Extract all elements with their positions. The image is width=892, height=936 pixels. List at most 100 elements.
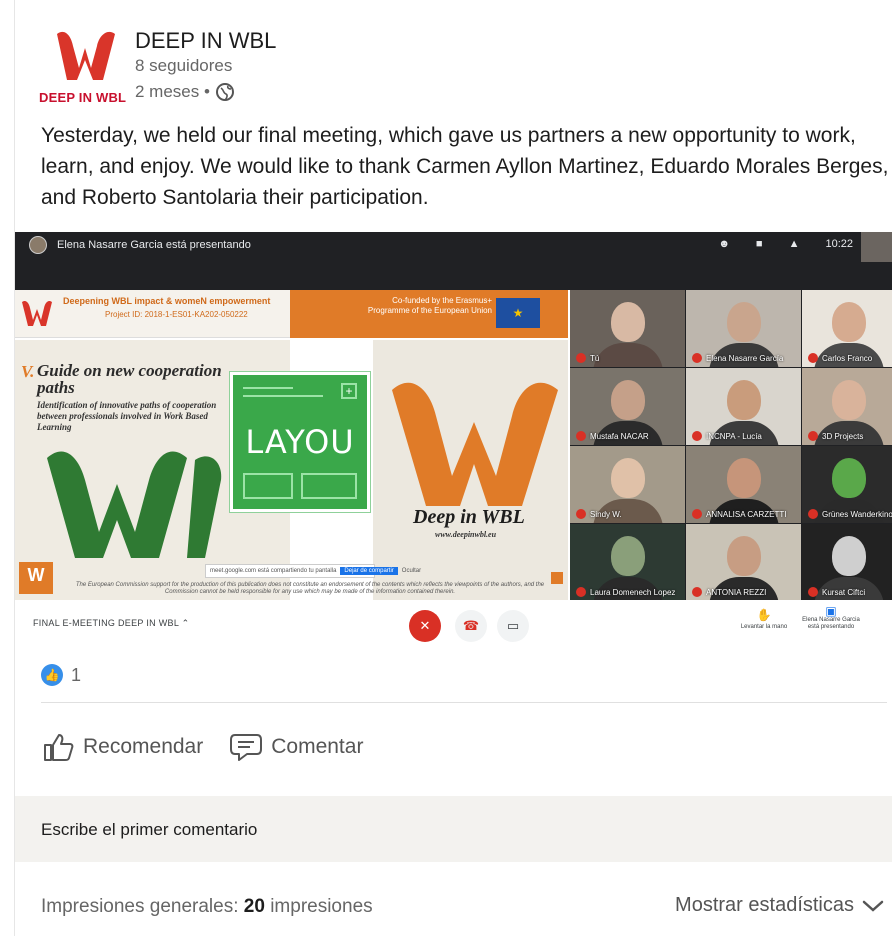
orange-w-graphic <box>392 382 558 506</box>
comment-icon <box>230 734 263 761</box>
mic-muted-icon <box>576 431 586 441</box>
participant-face <box>831 536 866 577</box>
slide-disclaimer: The European Commission support for the … <box>75 582 545 595</box>
participant-tile: ANNALISA CARZETTI <box>686 446 801 523</box>
post-header: DEEP IN WBL DEEP IN WBL 8 seguidores 2 m… <box>15 14 892 114</box>
activities-icon: ▲ <box>788 238 800 250</box>
post-time: 2 meses • <box>135 82 235 102</box>
hand-icon: ✋ <box>756 608 772 622</box>
participant-name: Sindy W. <box>576 509 622 519</box>
participant-tile: Mustafa NACAR <box>570 368 685 445</box>
comment-input[interactable]: Escribe el primer comentario <box>15 796 892 862</box>
participant-face <box>726 302 761 343</box>
present-icon: ▣ <box>825 604 837 618</box>
show-stats-button[interactable]: Mostrar estadísticas <box>675 894 884 917</box>
participant-tile: Carlos Franco <box>802 290 892 367</box>
guide-subtitle: Identification of innovative paths of co… <box>37 400 217 432</box>
deep-in-wbl-url: www.deepinwbl.eu <box>435 530 497 539</box>
participant-name: Kursat Ciftci <box>808 587 865 597</box>
participant-grid: Tú Elena Nasarre García Carlos Franco Musta… <box>570 290 892 601</box>
mic-muted-icon <box>576 353 586 363</box>
green-w-graphic <box>47 451 222 558</box>
participant-name: INCNPA - Lucía <box>692 431 762 441</box>
company-logo[interactable]: DEEP IN WBL <box>39 24 129 114</box>
w-logo-icon <box>22 300 52 326</box>
chat-icon: ■ <box>755 238 763 250</box>
impressions-count: 20 <box>243 896 265 917</box>
participant-face <box>610 302 645 343</box>
company-name-link[interactable]: DEEP IN WBL <box>135 28 276 54</box>
post-card: DEEP IN WBL DEEP IN WBL 8 seguidores 2 m… <box>14 0 892 936</box>
mic-muted-icon <box>692 509 702 519</box>
chevron-down-icon <box>862 900 884 912</box>
participant-tile: 3D Projects <box>802 368 892 445</box>
followers-count: 8 seguidores <box>135 56 233 75</box>
slide-header-right: Co-funded by the Erasmus+ Programme of t… <box>290 290 568 338</box>
presenter-avatar <box>29 236 47 254</box>
layou-label: LAYOU <box>245 423 355 461</box>
presenting-banner: Elena Nasarre Garcia está presentando <box>57 239 251 251</box>
participant-tile: Grünes Wanderkino <box>802 446 892 523</box>
participant-tile: Tú <box>570 290 685 367</box>
participant-tile: Kursat Ciftci <box>802 524 892 601</box>
layou-graphic: + LAYOU <box>229 371 371 513</box>
mic-muted-icon <box>692 587 702 597</box>
thumbs-up-icon <box>44 734 74 761</box>
mic-muted-icon <box>808 587 818 597</box>
like-reaction-icon: 👍 <box>41 664 63 686</box>
participant-name: Elena Nasarre García <box>692 353 783 363</box>
chevron-up-icon: ⌃ <box>181 618 190 628</box>
participant-name: ANTONIA REZZI <box>692 587 766 597</box>
raise-hand: ✋ Levantar la mano <box>737 608 791 630</box>
slide-header-title: Deepening WBL impact & womeN empowerment <box>63 296 271 306</box>
participant-tile: Sindy W. <box>570 446 685 523</box>
clock-text: 10:22 <box>825 238 853 250</box>
participant-face <box>831 380 866 421</box>
participant-name: Carlos Franco <box>808 353 872 363</box>
mic-muted-icon <box>692 353 702 363</box>
comment-placeholder: Escribe el primer comentario <box>41 820 258 839</box>
post-body-text: Yesterday, we held our final meeting, wh… <box>41 124 889 209</box>
plus-icon: + <box>341 383 357 399</box>
social-actions: Recomendar Comentar <box>41 730 363 764</box>
participant-face <box>726 380 761 421</box>
meet-top-bar: Elena Nasarre Garcia está presentando ☻ … <box>15 232 892 290</box>
stop-sharing-button: Dejar de compartir <box>340 567 398 575</box>
logo-text: DEEP IN WBL <box>39 90 127 105</box>
reactions-summary[interactable]: 👍 1 <box>41 664 81 686</box>
participant-tile: Laura Domenech Lopez <box>570 524 685 601</box>
self-thumbnail <box>861 232 892 262</box>
impressions-summary: Impresiones generales: 20 impresiones <box>41 896 373 917</box>
participant-face <box>726 536 761 577</box>
mic-muted-icon <box>808 431 818 441</box>
participant-name: Grünes Wanderkino <box>808 509 892 519</box>
participant-face <box>831 302 866 343</box>
slide-project-id: Project ID: 2018-1-ES01-KA202-050222 <box>105 310 248 319</box>
camera-icon: ▭ <box>497 610 529 642</box>
participant-tile: INCNPA - Lucía <box>686 368 801 445</box>
w-logo-icon <box>57 31 115 80</box>
screen-share-bar: meet.google.com está compartiendo tu pan… <box>205 564 421 578</box>
participant-face <box>610 380 645 421</box>
meeting-name: FINAL E-MEETING DEEP IN WBL ⌃ <box>33 618 190 628</box>
globe-icon <box>215 83 234 101</box>
participant-face <box>726 458 761 499</box>
participant-face <box>831 458 866 499</box>
guide-number: V. <box>21 362 35 381</box>
reaction-count: 1 <box>71 664 82 685</box>
mic-muted-icon <box>808 509 818 519</box>
participant-name: ANNALISA CARZETTI <box>692 509 786 519</box>
post-time-text: 2 meses • <box>135 82 210 101</box>
participant-tile: Elena Nasarre García <box>686 290 801 367</box>
comment-button[interactable]: Comentar <box>229 732 363 762</box>
eu-flag-icon: ★ <box>496 298 540 328</box>
mic-off-icon: ✕ <box>409 610 441 642</box>
recommend-button[interactable]: Recomendar <box>41 730 203 764</box>
post-media-image[interactable]: Elena Nasarre Garcia está presentando ☻ … <box>15 232 892 652</box>
shared-slide: Deepening WBL impact & womeN empowerment… <box>15 290 568 600</box>
cofunded-text: Co-funded by the Erasmus+ Programme of t… <box>367 296 492 315</box>
show-stats-label: Mostrar estadísticas <box>675 894 854 916</box>
participant-name: Tú <box>576 353 599 363</box>
participant-face <box>610 458 645 499</box>
hang-up-icon: ☎ <box>455 610 487 642</box>
